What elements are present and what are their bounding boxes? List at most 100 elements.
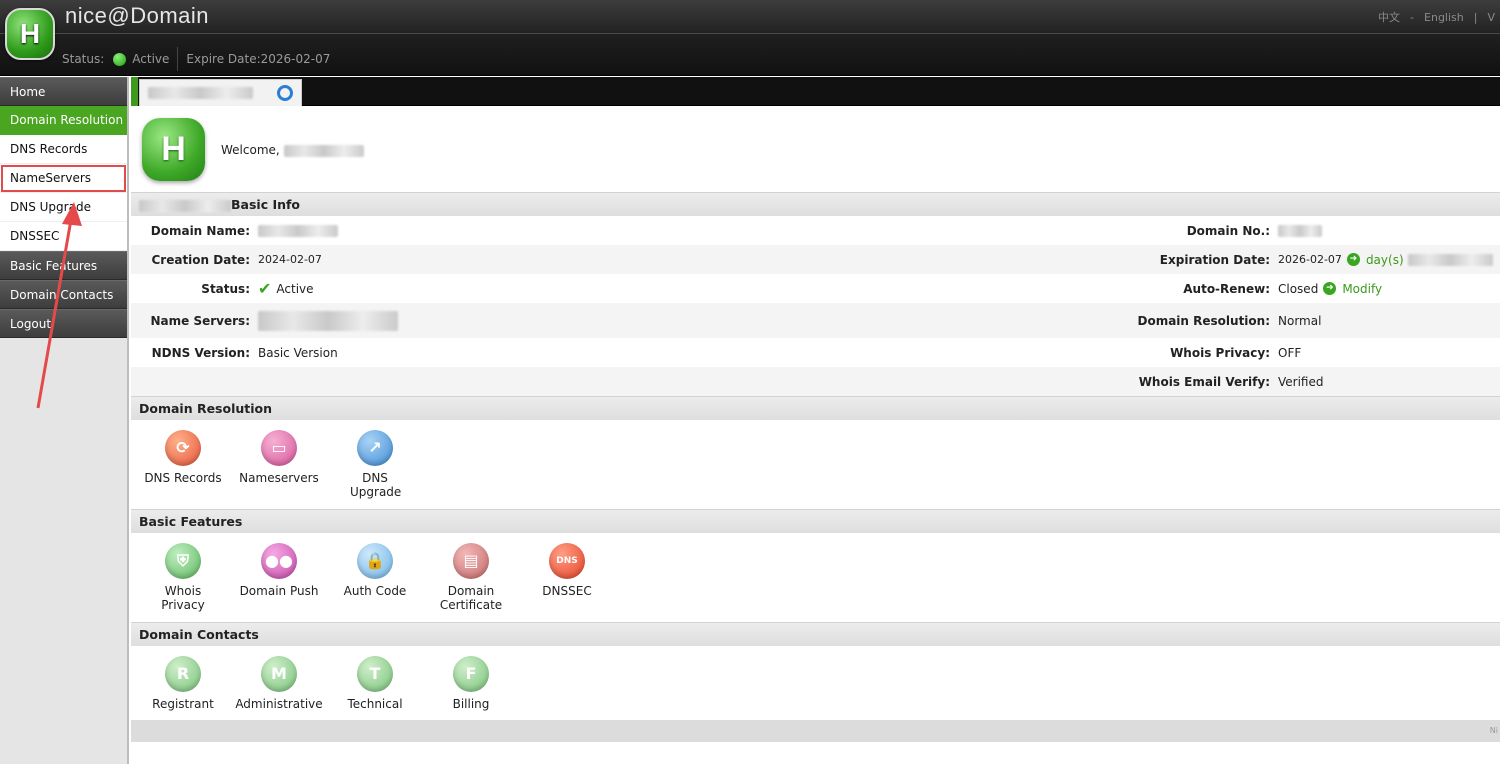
lock-icon: 🔒 (357, 543, 393, 579)
footer-bar: Ni (131, 720, 1500, 742)
footer-text: Ni (1489, 726, 1498, 735)
whois-email-verify-label: Whois Email Verify: (1138, 374, 1270, 389)
expire-date: Expire Date:2026-02-07 (186, 52, 331, 66)
logo-letter: H (19, 18, 41, 49)
shortcut-dns-upgrade[interactable]: ↗ DNS Upgrade (327, 430, 423, 499)
shortcut-auth-code[interactable]: 🔒 Auth Code (327, 543, 423, 612)
status-label: Status: (62, 52, 105, 66)
basic-features-grid: ⛨ Whois Privacy ●● Domain Push 🔒 Auth Code … (131, 533, 1500, 622)
domain-contacts-grid: R Registrant M Administrative T Technical F… (131, 646, 1500, 721)
shield-icon: ⛨ (165, 543, 201, 579)
basic-info-table: Domain Name: Domain No.: Creation Date: … (131, 216, 1500, 396)
billing-user-icon: F (453, 656, 489, 692)
shortcut-nameservers[interactable]: ▭ Nameservers (231, 430, 327, 499)
domain-no-value (1278, 224, 1500, 237)
welcome-label: Welcome, (221, 143, 280, 157)
whois-privacy-label: Whois Privacy: (1170, 345, 1270, 360)
redacted-domain (148, 87, 253, 99)
sidebar-item-home[interactable]: Home (0, 77, 127, 106)
shortcut-label: DNSSEC (542, 584, 592, 598)
welcome-panel: H Welcome, (131, 106, 1500, 192)
modify-link[interactable]: Modify (1342, 282, 1382, 296)
lang-english[interactable]: English (1424, 11, 1464, 24)
shortcut-domain-push[interactable]: ●● Domain Push (231, 543, 327, 612)
expiration-date-cell: 2026-02-07 ➜ day(s) (1278, 253, 1500, 267)
sidebar-item-domain-contacts[interactable]: Domain Contacts (0, 280, 127, 309)
ndns-version-label: NDNS Version: (151, 345, 250, 360)
redacted-value (258, 310, 398, 331)
section-title: Basic Info (231, 197, 301, 212)
sidebar-item-dns-upgrade[interactable]: DNS Upgrade (0, 193, 127, 222)
domain-no-label: Domain No.: (1186, 223, 1270, 238)
account-status-row: Status: Active Expire Date:2026-02-07 (62, 47, 330, 71)
shortcut-label: Domain Push (239, 584, 319, 598)
shortcut-registrant[interactable]: R Registrant (135, 656, 231, 711)
shortcut-domain-certificate[interactable]: ▤ Domain Certificate (423, 543, 519, 612)
whois-privacy-value: OFF (1278, 345, 1302, 360)
whois-email-verify-value: Verified (1278, 374, 1324, 389)
shortcut-label: DNS Upgrade (350, 471, 402, 499)
lang-chinese[interactable]: 中文 (1378, 11, 1400, 24)
shortcut-billing[interactable]: F Billing (423, 656, 519, 711)
lang-other[interactable]: V (1487, 11, 1495, 24)
info-row: Whois Email Verify: Verified (131, 367, 1500, 396)
shortcut-label: Domain Certificate (439, 584, 503, 612)
sidebar-item-domain-resolution[interactable]: Domain Resolution (0, 106, 127, 135)
shortcut-administrative[interactable]: M Administrative (231, 656, 327, 711)
main-content: H Welcome, Basic Info Domain Name: Domai… (131, 77, 1500, 764)
admin-user-icon: M (261, 656, 297, 692)
renew-go-icon[interactable]: ➜ (1346, 253, 1360, 266)
redacted-username (283, 144, 364, 157)
modify-go-icon[interactable]: ➜ (1323, 282, 1337, 295)
sidebar-item-nameservers[interactable]: NameServers (0, 164, 127, 193)
shortcut-label: Billing (452, 697, 490, 711)
sidebar-item-basic-features[interactable]: Basic Features (0, 251, 127, 280)
status-active-icon (113, 52, 127, 66)
sidebar-nav: Home Domain Resolution DNS Records NameS… (0, 77, 129, 764)
sidebar-item-logout[interactable]: Logout (0, 309, 127, 338)
shortcut-dns-records[interactable]: ⟳ DNS Records (135, 430, 231, 499)
section-domain-contacts: Domain Contacts (131, 622, 1500, 646)
shortcut-label: Administrative (235, 697, 323, 711)
brand-logo-icon[interactable]: H (5, 8, 55, 60)
status-value: Active (276, 281, 314, 296)
name-servers-label: Name Servers: (150, 313, 250, 328)
ndns-version-value: Basic Version (258, 345, 338, 360)
technical-user-icon: T (357, 656, 393, 692)
name-servers-value (258, 310, 958, 331)
redacted-value (1407, 253, 1493, 266)
divider (177, 47, 179, 71)
shortcut-technical[interactable]: T Technical (327, 656, 423, 711)
users-icon: ●● (261, 543, 297, 579)
section-basic-info: Basic Info (131, 192, 1500, 216)
shortcut-label: Technical (347, 697, 403, 711)
shortcut-label: Nameservers (239, 471, 319, 485)
status-label: Status: (201, 281, 250, 296)
tab-domain[interactable] (139, 79, 302, 106)
domain-resolution-grid: ⟳ DNS Records ▭ Nameservers ↗ DNS Upgrade (131, 420, 1500, 509)
dnssec-icon: DNS (549, 543, 585, 579)
creation-date-value: 2024-02-07 (258, 253, 322, 266)
info-row: Creation Date: 2024-02-07 Expiration Dat… (131, 245, 1500, 274)
status-value: Active (132, 52, 170, 66)
browser-icon (277, 85, 293, 101)
redacted-value (1278, 224, 1322, 237)
info-row: Status: ✔ Active Auto-Renew: Closed ➜ Modif… (131, 274, 1500, 303)
tab-bar (131, 77, 1500, 106)
info-row: Domain Name: Domain No.: (131, 216, 1500, 245)
lang-sep: - (1410, 11, 1415, 24)
refresh-icon: ⟳ (165, 430, 201, 466)
shortcut-whois-privacy[interactable]: ⛨ Whois Privacy (135, 543, 231, 612)
auto-renew-cell: Closed ➜ Modify (1278, 282, 1500, 296)
info-row: NDNS Version: Basic Version Whois Privac… (131, 338, 1500, 367)
info-row: Name Servers: Domain Resolution: Normal (131, 303, 1500, 338)
shortcut-label: Auth Code (343, 584, 407, 598)
sidebar-item-dns-records[interactable]: DNS Records (0, 135, 127, 164)
domain-name-label: Domain Name: (150, 223, 250, 238)
shortcut-label: Registrant (152, 697, 214, 711)
shortcut-dnssec[interactable]: DNS DNSSEC (519, 543, 615, 612)
check-icon: ✔ (258, 279, 272, 298)
sidebar-toggle[interactable] (131, 77, 138, 106)
sidebar-item-dnssec[interactable]: DNSSEC (0, 222, 127, 251)
top-header: H nice@Domain Status: Active Expire Date… (0, 0, 1500, 76)
